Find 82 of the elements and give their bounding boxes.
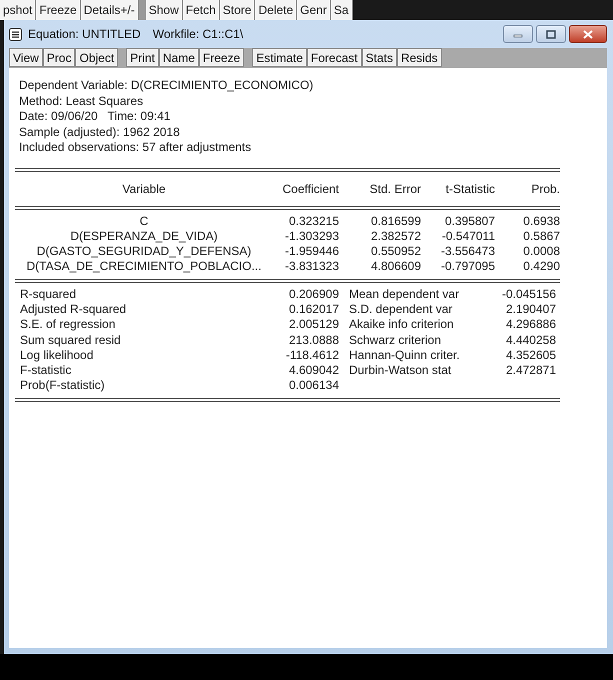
table-cell-text: D(ESPERANZA_DE_VIDA) bbox=[69, 228, 219, 244]
toolbar-button[interactable]: Sa bbox=[330, 0, 353, 20]
table-cell-text: S.E. of regression bbox=[19, 317, 116, 333]
table-cell-text: 4.806609 bbox=[370, 259, 421, 275]
workfile-label: Workfile: C1::C1\ bbox=[152, 27, 244, 41]
table-cell-text: 4.440258 bbox=[504, 332, 557, 348]
table-cell-text: 0.550952 bbox=[370, 244, 421, 260]
toolbar-button[interactable]: Freeze bbox=[198, 48, 244, 67]
toolbar-button[interactable]: Stats bbox=[362, 48, 397, 67]
toolbar-button[interactable]: View bbox=[9, 48, 43, 67]
table-cell-text: 0.5867 bbox=[522, 228, 560, 244]
table-cell-text: R-squared bbox=[19, 286, 78, 302]
window-icon bbox=[9, 28, 22, 40]
output-line: Dependent Variable: D(CRECIMIENTO_ECONOMICO) bbox=[19, 78, 314, 94]
column-header: Prob. bbox=[530, 180, 560, 198]
table-cell-text: 0.816599 bbox=[370, 214, 421, 229]
column-header: Variable bbox=[121, 180, 167, 198]
toolbar-button[interactable]: Store bbox=[220, 0, 256, 20]
table-cell-text: 4.296886 bbox=[504, 317, 557, 333]
toolbar-button[interactable]: pshot bbox=[0, 0, 36, 20]
output-line: Date: 09/06/20 Time: 09:41 bbox=[19, 109, 172, 124]
toolbar-button[interactable]: Delete bbox=[255, 0, 298, 20]
table-cell-text: -0.797095 bbox=[440, 259, 495, 275]
toolbar-button[interactable]: Show bbox=[146, 0, 183, 20]
toolbar-button[interactable]: Freeze bbox=[36, 0, 81, 20]
table-cell-text: 0.6938 bbox=[522, 214, 560, 229]
table-cell-text: Hannan-Quinn criter. bbox=[348, 348, 461, 364]
column-header: Std. Error bbox=[368, 180, 421, 198]
table-cell-text: 2.190407 bbox=[504, 302, 557, 318]
toolbar-button[interactable]: Print bbox=[126, 48, 159, 67]
table-cell-text: Sum squared resid bbox=[19, 332, 122, 348]
table-cell-text: -3.556473 bbox=[440, 244, 495, 260]
table-cell-text: Durbin-Watson stat bbox=[348, 363, 452, 378]
table-cell-text: 213.0888 bbox=[288, 332, 339, 348]
table-cell-text: -118.4612 bbox=[284, 348, 339, 364]
toolbar-button[interactable]: Object bbox=[75, 48, 118, 67]
table-cell-text: 2.472871 bbox=[504, 363, 557, 378]
table-cell-text: 0.395807 bbox=[444, 214, 495, 229]
table-cell-text: 2.005129 bbox=[288, 317, 339, 333]
table-cell-text: C bbox=[138, 214, 150, 229]
output-line: Method: Least Squares bbox=[19, 94, 144, 109]
toolbar-button[interactable]: Proc bbox=[42, 48, 76, 67]
column-header: t-Statistic bbox=[444, 180, 495, 198]
column-header: Coefficient bbox=[282, 180, 339, 198]
close-button[interactable] bbox=[569, 25, 607, 43]
table-cell-text: -0.045156 bbox=[500, 286, 557, 302]
table-cell-text: -0.547011 bbox=[440, 228, 495, 244]
table-cell-text: D(TASA_DE_CRECIMIENTO_POBLACIO... bbox=[26, 259, 262, 275]
table-cell-text: F-statistic bbox=[19, 363, 72, 378]
toolbar-button[interactable]: Resids bbox=[396, 48, 442, 67]
table-cell-text: Mean dependent var bbox=[348, 286, 460, 302]
window-title: Equation: UNTITLED bbox=[28, 27, 141, 41]
toolbar-button[interactable]: Genr bbox=[297, 0, 331, 20]
table-cell-text: Schwarz criterion bbox=[348, 332, 442, 348]
close-icon bbox=[583, 30, 593, 38]
output-line: Included observations: 57 after adjustments bbox=[19, 140, 252, 156]
maximize-button[interactable] bbox=[536, 25, 566, 43]
table-cell-text: S.D. dependent var bbox=[348, 302, 454, 318]
output-line: Sample (adjusted): 1962 2018 bbox=[19, 124, 181, 140]
table-cell-text: 0.162017 bbox=[288, 302, 339, 318]
table-cell-text: Prob(F-statistic) bbox=[19, 378, 106, 394]
toolbar-button[interactable]: Fetch bbox=[182, 0, 220, 20]
table-cell-text: Akaike info criterion bbox=[348, 317, 455, 333]
toolbar-button[interactable]: Details+/- bbox=[80, 0, 139, 20]
table-cell-text: 4.609042 bbox=[288, 363, 339, 378]
maximize-icon bbox=[546, 30, 556, 38]
toolbar-button[interactable]: Name bbox=[158, 48, 199, 67]
table-cell-text: 0.4290 bbox=[522, 259, 560, 275]
table-cell-text: 0.323215 bbox=[288, 214, 339, 229]
table-cell-text: 4.352605 bbox=[504, 348, 557, 364]
table-cell-text: 0.0008 bbox=[522, 244, 560, 260]
toolbar-button[interactable]: Estimate bbox=[252, 48, 307, 67]
table-cell-text: 2.382572 bbox=[370, 228, 421, 244]
table-cell-text: -3.831323 bbox=[284, 259, 339, 275]
table-cell-text: -1.959446 bbox=[284, 244, 339, 260]
table-cell-text: 0.006134 bbox=[288, 378, 339, 394]
table-cell-text: -1.303293 bbox=[284, 228, 339, 244]
table-cell-text: D(GASTO_SEGURIDAD_Y_DEFENSA) bbox=[36, 244, 252, 260]
table-cell-text: 0.206909 bbox=[288, 286, 339, 302]
table-cell-text: Log likelihood bbox=[19, 348, 94, 364]
toolbar-button[interactable]: Forecast bbox=[306, 48, 362, 67]
table-cell-text: Adjusted R-squared bbox=[19, 302, 128, 318]
